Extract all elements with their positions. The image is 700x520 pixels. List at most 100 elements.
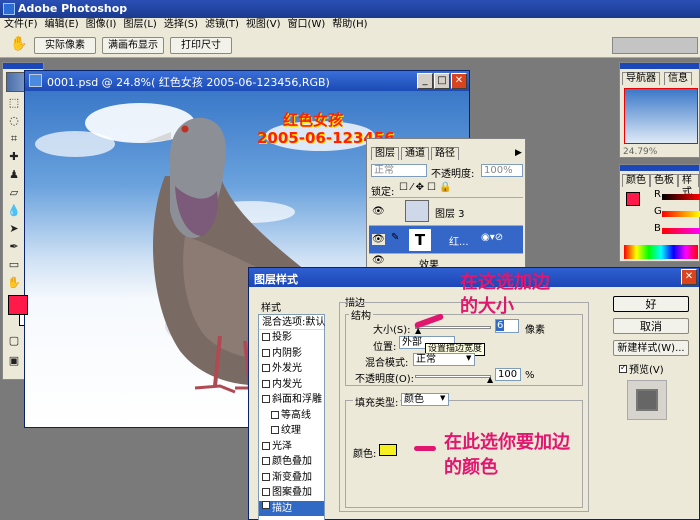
- fit-screen-button[interactable]: 满画布显示: [102, 37, 164, 54]
- blur-tool-icon[interactable]: 💧: [5, 203, 23, 219]
- tab-swatches[interactable]: 色板: [650, 174, 678, 187]
- color-ramp[interactable]: [624, 245, 698, 259]
- eraser-tool-icon[interactable]: ▱: [5, 185, 23, 201]
- navigator-zoom[interactable]: 24.79%: [623, 147, 657, 157]
- minimize-icon[interactable]: _: [417, 73, 433, 89]
- effects-indicator-icon[interactable]: ◉▾⊘: [481, 232, 503, 243]
- checkbox-icon[interactable]: [262, 500, 270, 509]
- opacity-slider-thumb-icon[interactable]: ▲: [487, 375, 493, 384]
- opacity-slider[interactable]: [415, 375, 491, 378]
- red-slider[interactable]: [662, 194, 700, 200]
- style-item[interactable]: 图案叠加: [259, 485, 324, 500]
- checkbox-icon[interactable]: [262, 488, 270, 496]
- checkbox-icon[interactable]: [262, 457, 270, 465]
- style-item[interactable]: 光泽: [259, 439, 324, 454]
- dialog-close-icon[interactable]: ✕: [681, 269, 697, 285]
- checkbox-icon[interactable]: [262, 472, 270, 481]
- screen-mode-icon[interactable]: ▣: [5, 353, 23, 369]
- quick-mask-off-icon[interactable]: ▢: [5, 333, 23, 349]
- green-slider[interactable]: [662, 211, 700, 217]
- tab-layers[interactable]: 图层: [371, 147, 399, 160]
- visibility-eye-icon[interactable]: 👁: [372, 206, 385, 217]
- maximize-icon[interactable]: □: [434, 73, 450, 89]
- layer-row-selected[interactable]: 👁 ✎ T 红... ◉▾⊘: [369, 225, 523, 253]
- path-select-icon[interactable]: ➤: [5, 221, 23, 237]
- checkbox-icon[interactable]: [271, 410, 279, 419]
- checkbox-icon[interactable]: [262, 395, 270, 403]
- palette-well[interactable]: [612, 37, 698, 54]
- stroke-color-swatch[interactable]: [379, 444, 397, 456]
- style-item[interactable]: 纹理: [259, 423, 324, 438]
- blue-slider[interactable]: [662, 228, 700, 234]
- toolbox-grip[interactable]: [3, 63, 43, 69]
- panel-menu-icon[interactable]: ▶: [515, 148, 522, 158]
- size-slider[interactable]: [415, 326, 491, 329]
- tab-color[interactable]: 颜色: [622, 174, 650, 187]
- menu-layer[interactable]: 图层(L): [119, 18, 159, 32]
- menu-image[interactable]: 图像(I): [82, 18, 120, 32]
- cancel-button[interactable]: 取消: [613, 318, 689, 334]
- tab-info[interactable]: 信息: [664, 72, 692, 85]
- tab-channels[interactable]: 通道: [401, 147, 429, 160]
- layer-name[interactable]: 红...: [449, 233, 469, 248]
- navigator-thumbnail[interactable]: [624, 88, 698, 144]
- style-item[interactable]: 内阴影: [259, 346, 324, 361]
- chevron-down-icon[interactable]: ▼: [440, 394, 445, 402]
- marquee-tool-icon[interactable]: ⬚: [5, 95, 23, 111]
- style-item[interactable]: 描边: [259, 500, 324, 516]
- panel-foreground-swatch[interactable]: [626, 192, 640, 206]
- lock-options-icon[interactable]: ☐⁄✥☐🔒: [399, 182, 454, 193]
- style-item[interactable]: 渐变叠加: [259, 470, 324, 485]
- tab-paths[interactable]: 路径: [431, 147, 459, 160]
- menu-view[interactable]: 视图(V): [242, 18, 284, 32]
- checkbox-icon[interactable]: [271, 426, 279, 434]
- tab-navigator[interactable]: 导航器: [622, 72, 660, 85]
- panel-grip[interactable]: [620, 63, 699, 69]
- styles-header[interactable]: 样式: [261, 299, 281, 314]
- chevron-down-icon[interactable]: ▼: [466, 354, 471, 362]
- layer-row[interactable]: 👁 图层 3: [369, 197, 523, 225]
- size-input[interactable]: 6: [495, 319, 519, 333]
- clone-stamp-icon[interactable]: ♟: [5, 167, 23, 183]
- menu-help[interactable]: 帮助(H): [328, 18, 370, 32]
- healing-brush-icon[interactable]: ✚: [5, 149, 23, 165]
- checkbox-icon[interactable]: [262, 441, 270, 450]
- hand-tool-icon[interactable]: ✋: [5, 275, 23, 291]
- style-item[interactable]: 等高线: [259, 408, 324, 423]
- new-style-button[interactable]: 新建样式(W)...: [613, 340, 689, 356]
- lasso-tool-icon[interactable]: ◌: [5, 113, 23, 129]
- checkbox-icon[interactable]: [262, 364, 270, 372]
- notes-tool-icon[interactable]: ▭: [5, 257, 23, 273]
- pen-tool-icon[interactable]: ✒: [5, 239, 23, 255]
- tab-styles[interactable]: 样式: [678, 174, 699, 198]
- style-item[interactable]: 斜面和浮雕: [259, 392, 324, 407]
- style-item[interactable]: 外发光: [259, 361, 324, 376]
- checkbox-icon[interactable]: [262, 333, 270, 341]
- style-item[interactable]: 颜色叠加: [259, 454, 324, 469]
- stroke-opacity-input[interactable]: 100: [495, 368, 521, 381]
- foreground-color-swatch[interactable]: [8, 295, 28, 315]
- crop-tool-icon[interactable]: ⌗: [5, 131, 23, 147]
- style-item[interactable]: 投影: [259, 330, 324, 345]
- menu-file[interactable]: 文件(F): [0, 18, 41, 32]
- panel-grip[interactable]: [620, 165, 699, 171]
- layer-name[interactable]: 图层 3: [435, 205, 465, 220]
- preview-checkbox[interactable]: 预览(V): [619, 361, 664, 376]
- actual-pixels-button[interactable]: 实际像素: [34, 37, 96, 54]
- blend-options-item[interactable]: 混合选项:默认: [259, 315, 325, 330]
- ok-button[interactable]: 好: [613, 296, 689, 312]
- layer-opacity-field[interactable]: 100%: [481, 164, 523, 177]
- style-item[interactable]: 内发光: [259, 377, 324, 392]
- visibility-eye-icon[interactable]: 👁: [372, 255, 385, 266]
- menu-select[interactable]: 选择(S): [160, 18, 201, 32]
- close-icon[interactable]: ✕: [451, 73, 467, 89]
- visibility-eye-icon[interactable]: 👁: [372, 234, 385, 245]
- preview-check-icon[interactable]: [619, 365, 627, 373]
- checkbox-icon[interactable]: [262, 379, 270, 388]
- menu-window[interactable]: 窗口(W): [284, 18, 329, 32]
- layer-blend-mode-select[interactable]: 正常: [371, 164, 427, 177]
- print-size-button[interactable]: 打印尺寸: [170, 37, 232, 54]
- menu-filter[interactable]: 滤镜(T): [201, 18, 242, 32]
- document-title-bar[interactable]: 0001.psd @ 24.8%( 红色女孩 2005-06-123456,RG…: [25, 71, 469, 91]
- menu-edit[interactable]: 编辑(E): [41, 18, 82, 32]
